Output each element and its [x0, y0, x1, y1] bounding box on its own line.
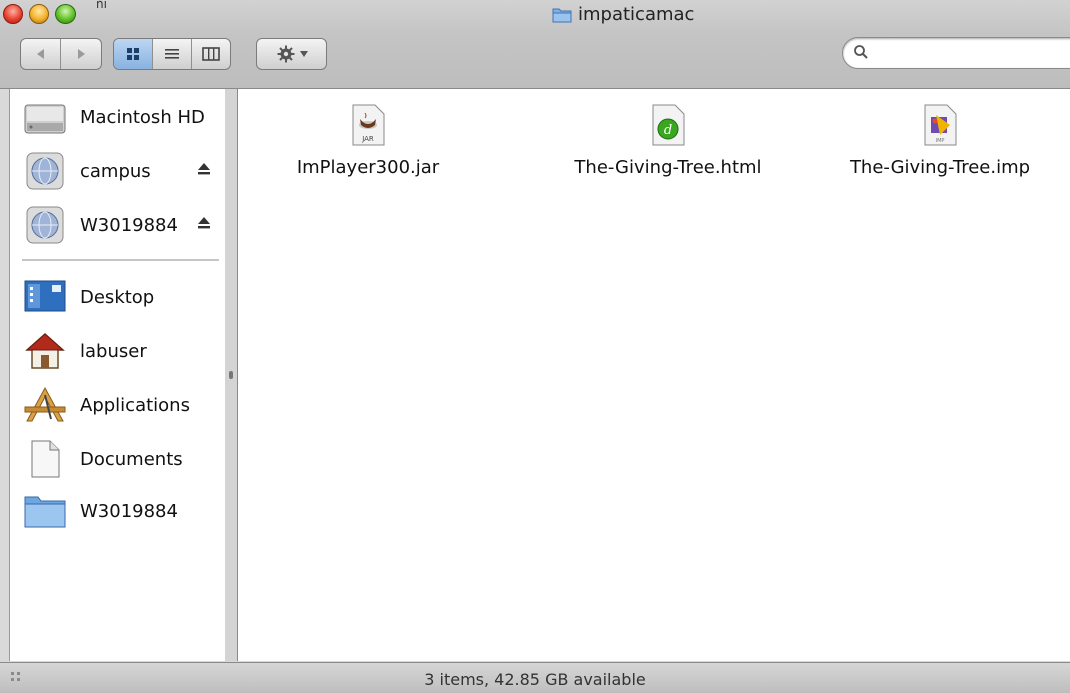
network-volume-icon	[22, 149, 68, 193]
splitter-handle[interactable]	[229, 371, 233, 379]
minimize-button[interactable]	[29, 4, 49, 24]
sidebar: Macintosh HD campus W3019884 Desktop lab…	[9, 89, 226, 661]
window-title-text: impaticamac	[578, 3, 695, 25]
svg-text:d: d	[664, 123, 672, 138]
back-button[interactable]	[21, 39, 62, 69]
sidebar-item-label: Applications	[80, 394, 190, 416]
gear-icon	[277, 45, 294, 63]
network-volume-icon	[22, 203, 68, 247]
sidebar-item-label: Macintosh HD	[80, 106, 205, 128]
file-name: ImPlayer300.jar	[296, 157, 440, 178]
file-item[interactable]: d The-Giving-Tree.html	[538, 103, 798, 178]
forward-arrow-icon	[78, 49, 85, 59]
toolbar: ňı impaticamac	[0, 0, 1070, 89]
html-file-icon: d	[648, 103, 688, 147]
zoom-button[interactable]	[55, 4, 76, 24]
window-title: impaticamac	[552, 1, 694, 27]
documents-icon	[22, 437, 68, 481]
sidebar-item-w3019884-folder[interactable]: W3019884	[10, 487, 225, 535]
sidebar-item-macintosh-hd[interactable]: Macintosh HD	[10, 93, 225, 141]
sidebar-item-label: Desktop	[80, 286, 155, 308]
sidebar-item-labuser[interactable]: labuser	[10, 327, 225, 375]
applications-icon	[22, 383, 68, 427]
folder-icon	[552, 6, 572, 23]
action-menu-inner	[257, 39, 326, 69]
file-badge: JAR	[361, 135, 374, 143]
sidebar-item-label: W3019884	[80, 214, 178, 236]
eject-icon[interactable]	[197, 162, 211, 176]
hard-drive-icon	[22, 95, 68, 139]
status-bar: 3 items, 42.85 GB available	[0, 662, 1070, 693]
chevron-down-icon	[299, 51, 308, 57]
desktop-icon	[22, 275, 68, 319]
file-item[interactable]: JAR ImPlayer300.jar	[238, 103, 498, 178]
view-switcher	[113, 38, 231, 70]
sidebar-item-documents[interactable]: Documents	[10, 435, 225, 483]
jar-file-icon: JAR	[348, 103, 388, 147]
icon-view-button[interactable]	[114, 39, 154, 69]
sidebar-item-label: campus	[80, 160, 151, 182]
search-field[interactable]	[842, 37, 1070, 69]
sidebar-item-label: W3019884	[80, 500, 178, 522]
file-browser-area: JAR ImPlayer300.jar d The-Giving-Tree.ht…	[238, 89, 1070, 661]
eject-icon[interactable]	[197, 216, 211, 230]
list-view-button[interactable]	[153, 39, 192, 69]
forward-button[interactable]	[61, 39, 101, 69]
column-view-button[interactable]	[192, 39, 230, 69]
column-view-icon	[202, 47, 220, 61]
sidebar-item-label: labuser	[80, 340, 147, 362]
sidebar-item-applications[interactable]: Applications	[10, 381, 225, 429]
sidebar-item-campus[interactable]: campus	[10, 147, 225, 195]
imp-file-icon: IMP	[920, 103, 960, 147]
file-name: The-Giving-Tree.html	[574, 157, 762, 178]
close-button[interactable]	[3, 4, 23, 24]
corner-glyph: ňı	[96, 0, 107, 11]
file-name: The-Giving-Tree.imp	[849, 157, 1031, 178]
file-badge: IMP	[936, 138, 945, 144]
file-item[interactable]: IMP The-Giving-Tree.imp	[810, 103, 1070, 178]
home-icon	[22, 329, 68, 373]
back-arrow-icon	[36, 49, 44, 59]
sidebar-splitter[interactable]	[225, 89, 238, 661]
sidebar-item-w3019884-volume[interactable]: W3019884	[10, 201, 225, 249]
folder-icon	[22, 489, 68, 533]
icon-view-icon	[127, 48, 140, 60]
status-text: 3 items, 42.85 GB available	[424, 670, 646, 689]
list-view-icon	[165, 49, 179, 59]
navigation-buttons	[20, 38, 102, 70]
search-icon	[854, 45, 868, 59]
sidebar-separator	[22, 259, 219, 261]
sidebar-item-desktop[interactable]: Desktop	[10, 273, 225, 321]
action-menu-button[interactable]	[256, 38, 327, 70]
sidebar-item-label: Documents	[80, 448, 183, 470]
